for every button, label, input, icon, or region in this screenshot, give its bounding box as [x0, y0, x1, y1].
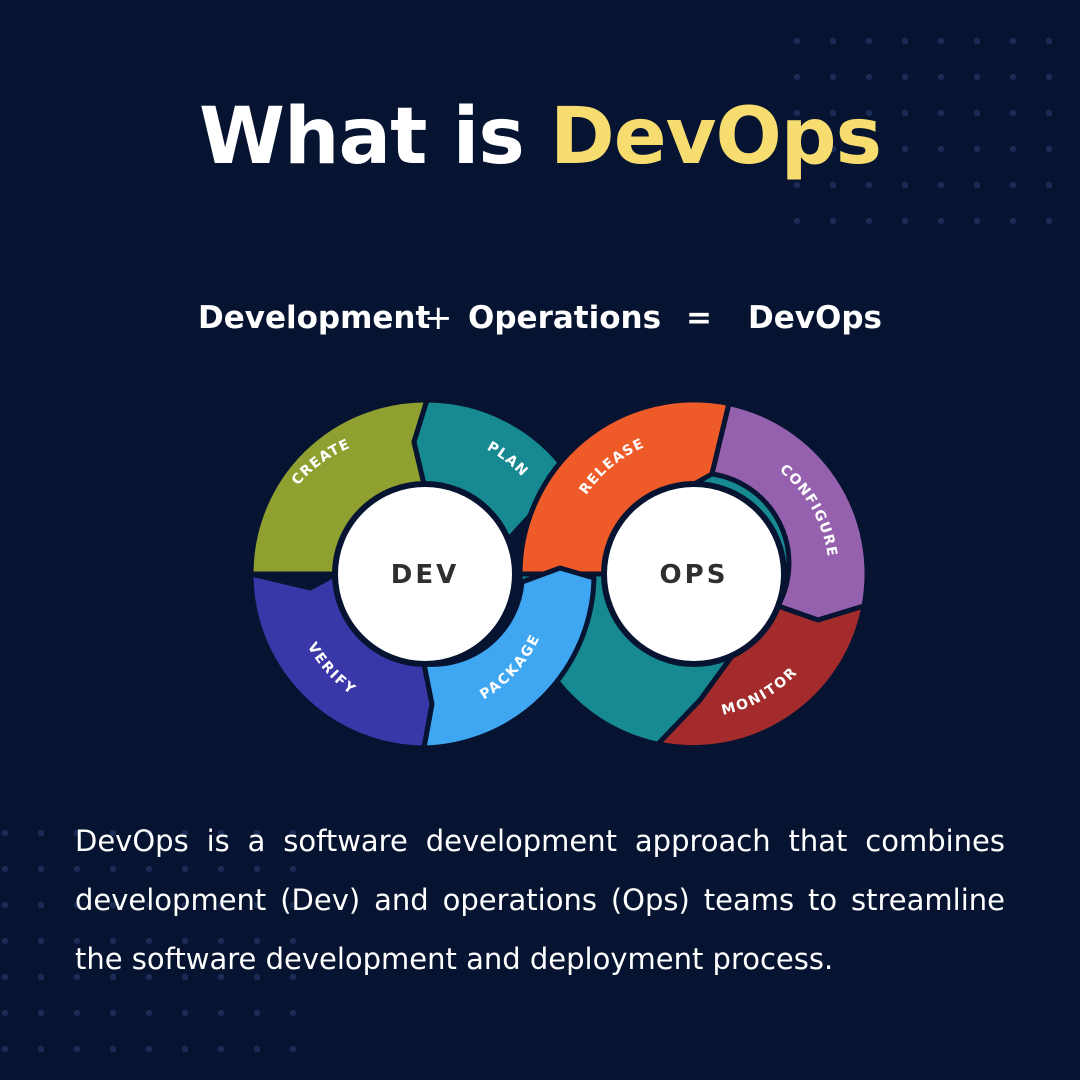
ops-hub-label: OPS — [660, 560, 729, 590]
page: What is DevOps Development + Operations … — [0, 0, 1080, 1080]
devops-description: DevOps is a software development approac… — [75, 824, 1005, 976]
dev-hub-label: DEV — [391, 560, 459, 590]
